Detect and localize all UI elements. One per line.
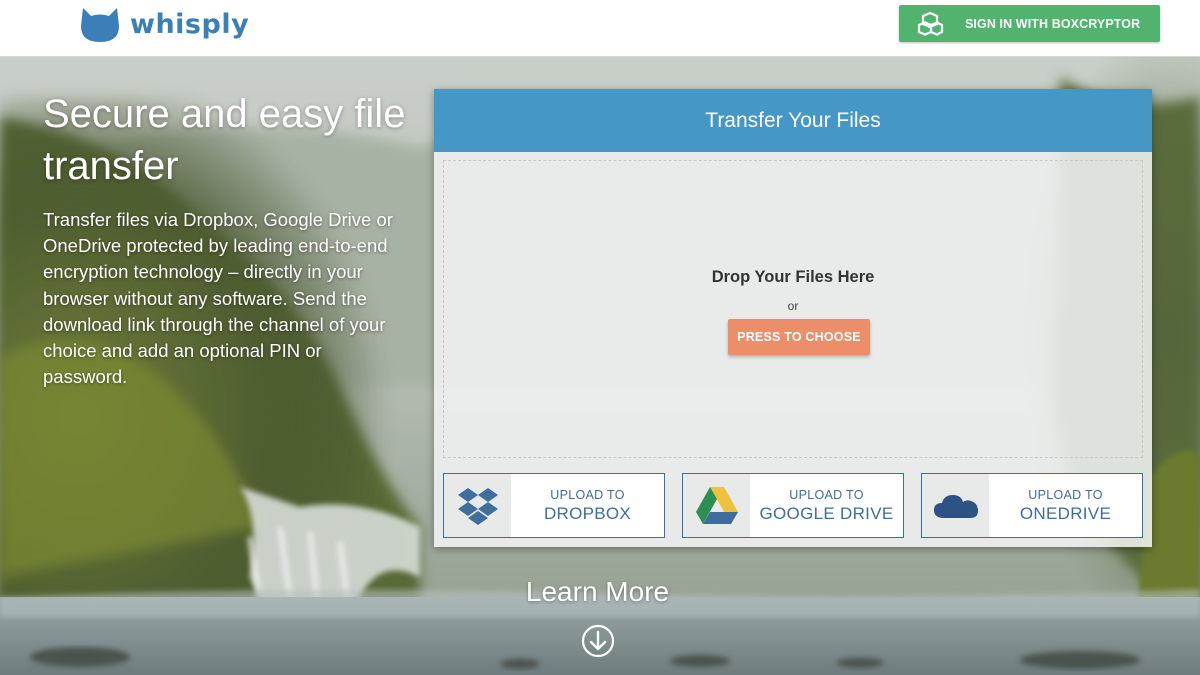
- upload-google-drive-button[interactable]: UPLOAD TO GOOGLE DRIVE: [682, 473, 904, 538]
- upload-google-drive-line1: UPLOAD TO: [789, 487, 864, 502]
- sign-in-label: SIGN IN WITH BOXCRYPTOR: [965, 16, 1141, 31]
- upload-onedrive-line2: ONEDRIVE: [1019, 503, 1112, 523]
- upload-dropbox-line1: UPLOAD TO: [550, 487, 625, 502]
- boxcryptor-icon: [917, 11, 944, 36]
- top-header: whisply SIGN IN WITH BOXCRYPTOR: [0, 0, 1200, 57]
- arrow-down-circle-icon[interactable]: [581, 624, 615, 658]
- dropbox-icon: [457, 487, 498, 525]
- drop-title: Drop Your Files Here: [711, 268, 875, 286]
- onedrive-icon: [933, 494, 978, 518]
- brand-name: whisply: [130, 8, 250, 40]
- brand-logo[interactable]: whisply: [77, 4, 249, 44]
- upload-google-drive-line2: GOOGLE DRIVE: [759, 503, 894, 523]
- press-to-choose-button[interactable]: PRESS TO CHOOSE: [728, 319, 870, 355]
- transfer-panel: Transfer Your Files Drop Your Files Here…: [434, 89, 1152, 547]
- onedrive-icon-box: [922, 474, 989, 537]
- upload-dropbox-button[interactable]: UPLOAD TO DROPBOX: [443, 473, 665, 538]
- learn-more-link[interactable]: Learn More: [0, 576, 1195, 608]
- sign-in-boxcryptor-button[interactable]: SIGN IN WITH BOXCRYPTOR: [899, 5, 1160, 42]
- panel-title: Transfer Your Files: [434, 89, 1152, 152]
- hero-description: Transfer files via Dropbox, Google Drive…: [43, 209, 393, 388]
- file-drop-zone[interactable]: Drop Your Files Here or PRESS TO CHOOSE: [443, 160, 1143, 458]
- upload-onedrive-button[interactable]: UPLOAD TO ONEDRIVE: [921, 473, 1143, 538]
- google-drive-icon: [695, 486, 738, 524]
- dropbox-icon-box: [444, 474, 511, 537]
- hero-title: Secure and easy file transfer: [43, 92, 406, 188]
- cat-logo-icon: [81, 8, 119, 42]
- upload-dropbox-line2: DROPBOX: [543, 503, 632, 523]
- upload-onedrive-line1: UPLOAD TO: [1028, 487, 1103, 502]
- google-drive-icon-box: [683, 474, 750, 537]
- drop-or-text: or: [787, 299, 799, 313]
